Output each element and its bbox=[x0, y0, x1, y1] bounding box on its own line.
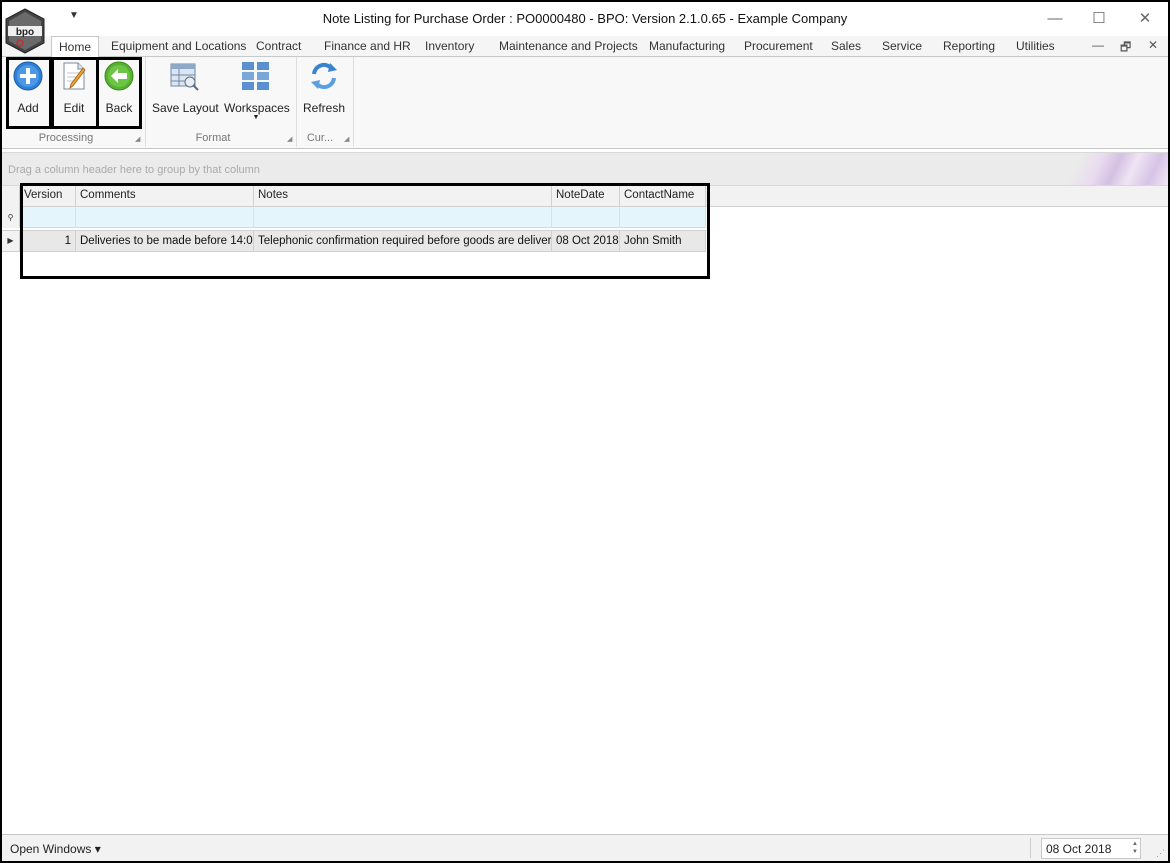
tab-equipment-and-locations[interactable]: Equipment and Locations bbox=[111, 39, 246, 53]
workspaces-icon bbox=[242, 62, 269, 90]
mdi-restore-button[interactable]: 🗗 bbox=[1120, 38, 1131, 59]
format-group-label: Format bbox=[195, 132, 231, 144]
current-group-label: Cur... bbox=[306, 132, 334, 144]
ribbon-home: Add Edit Back Processing ◢ Save Layout W… bbox=[2, 57, 1168, 149]
decorative-swoosh bbox=[1038, 153, 1168, 185]
group-divider bbox=[296, 57, 297, 147]
workspaces-button[interactable]: Workspaces ▼ bbox=[224, 60, 290, 121]
tab-utilities[interactable]: Utilities bbox=[1016, 39, 1055, 53]
app-logo-icon[interactable]: bpo bbox=[4, 8, 46, 54]
ribbon-tabs: Home Equipment and Locations Contract Fi… bbox=[2, 36, 1168, 59]
tab-sales[interactable]: Sales bbox=[831, 39, 861, 53]
save-layout-label: Save Layout bbox=[152, 101, 219, 115]
current-launcher-icon[interactable]: ◢ bbox=[344, 135, 349, 143]
tab-procurement[interactable]: Procurement bbox=[744, 39, 813, 53]
mdi-close-button[interactable]: ✕ bbox=[1148, 38, 1158, 52]
save-layout-icon bbox=[170, 63, 199, 91]
status-bar: Open Windows ▾ 08 Oct 2018 ▲ ▼ ⋰ bbox=[2, 834, 1168, 861]
workspaces-dropdown-icon: ▼ bbox=[252, 114, 260, 121]
window-title: Note Listing for Purchase Order : PO0000… bbox=[322, 11, 848, 26]
processing-launcher-icon[interactable]: ◢ bbox=[135, 135, 140, 143]
tab-contract[interactable]: Contract bbox=[256, 39, 301, 53]
back-highlight bbox=[96, 57, 142, 129]
edit-highlight bbox=[51, 57, 99, 129]
app-window: ▼ Note Listing for Purchase Order : PO00… bbox=[0, 0, 1170, 863]
logo-text: bpo bbox=[16, 27, 34, 38]
tab-manufacturing[interactable]: Manufacturing bbox=[649, 39, 725, 53]
date-value: 08 Oct 2018 bbox=[1046, 842, 1112, 856]
refresh-label: Refresh bbox=[302, 101, 346, 115]
open-windows-button[interactable]: Open Windows ▾ bbox=[10, 842, 101, 856]
tab-service[interactable]: Service bbox=[882, 39, 922, 53]
group-by-panel[interactable]: Drag a column header here to group by th… bbox=[2, 152, 1168, 186]
workspaces-label: Workspaces bbox=[224, 101, 290, 115]
refresh-icon bbox=[311, 62, 337, 90]
maximize-button[interactable]: ☐ bbox=[1084, 8, 1114, 30]
tab-home[interactable]: Home bbox=[51, 36, 100, 58]
title-bar: ▼ Note Listing for Purchase Order : PO00… bbox=[2, 2, 1168, 36]
refresh-button[interactable]: Refresh bbox=[302, 60, 346, 115]
header-indicator bbox=[2, 186, 20, 207]
add-highlight bbox=[6, 57, 52, 129]
format-launcher-icon[interactable]: ◢ bbox=[287, 135, 292, 143]
group-divider bbox=[353, 57, 354, 147]
status-divider bbox=[1030, 838, 1031, 858]
minimize-button[interactable]: — bbox=[1040, 8, 1070, 30]
filter-icon: ⚲ bbox=[2, 207, 20, 228]
tab-inventory[interactable]: Inventory bbox=[425, 39, 474, 53]
tab-finance-and-hr[interactable]: Finance and HR bbox=[324, 39, 411, 53]
tab-maintenance-and-projects[interactable]: Maintenance and Projects bbox=[499, 39, 638, 53]
mdi-minimize-button[interactable]: — bbox=[1092, 38, 1104, 52]
row-pointer-icon: ▶ bbox=[2, 231, 20, 251]
notes-grid: Version Comments Notes NoteDate ContactN… bbox=[2, 186, 1168, 834]
save-layout-button[interactable]: Save Layout bbox=[152, 60, 219, 115]
grid-highlight bbox=[20, 183, 710, 279]
date-field[interactable]: 08 Oct 2018 ▲ ▼ bbox=[1041, 838, 1141, 859]
group-by-hint: Drag a column header here to group by th… bbox=[8, 164, 260, 176]
group-divider bbox=[145, 57, 146, 147]
processing-group-label: Processing bbox=[38, 132, 94, 144]
close-button[interactable]: ✕ bbox=[1130, 8, 1160, 30]
resize-grip-icon[interactable]: ⋰ bbox=[1156, 848, 1165, 859]
tab-reporting[interactable]: Reporting bbox=[943, 39, 995, 53]
date-spinner-icon[interactable]: ▲ ▼ bbox=[1132, 840, 1138, 856]
